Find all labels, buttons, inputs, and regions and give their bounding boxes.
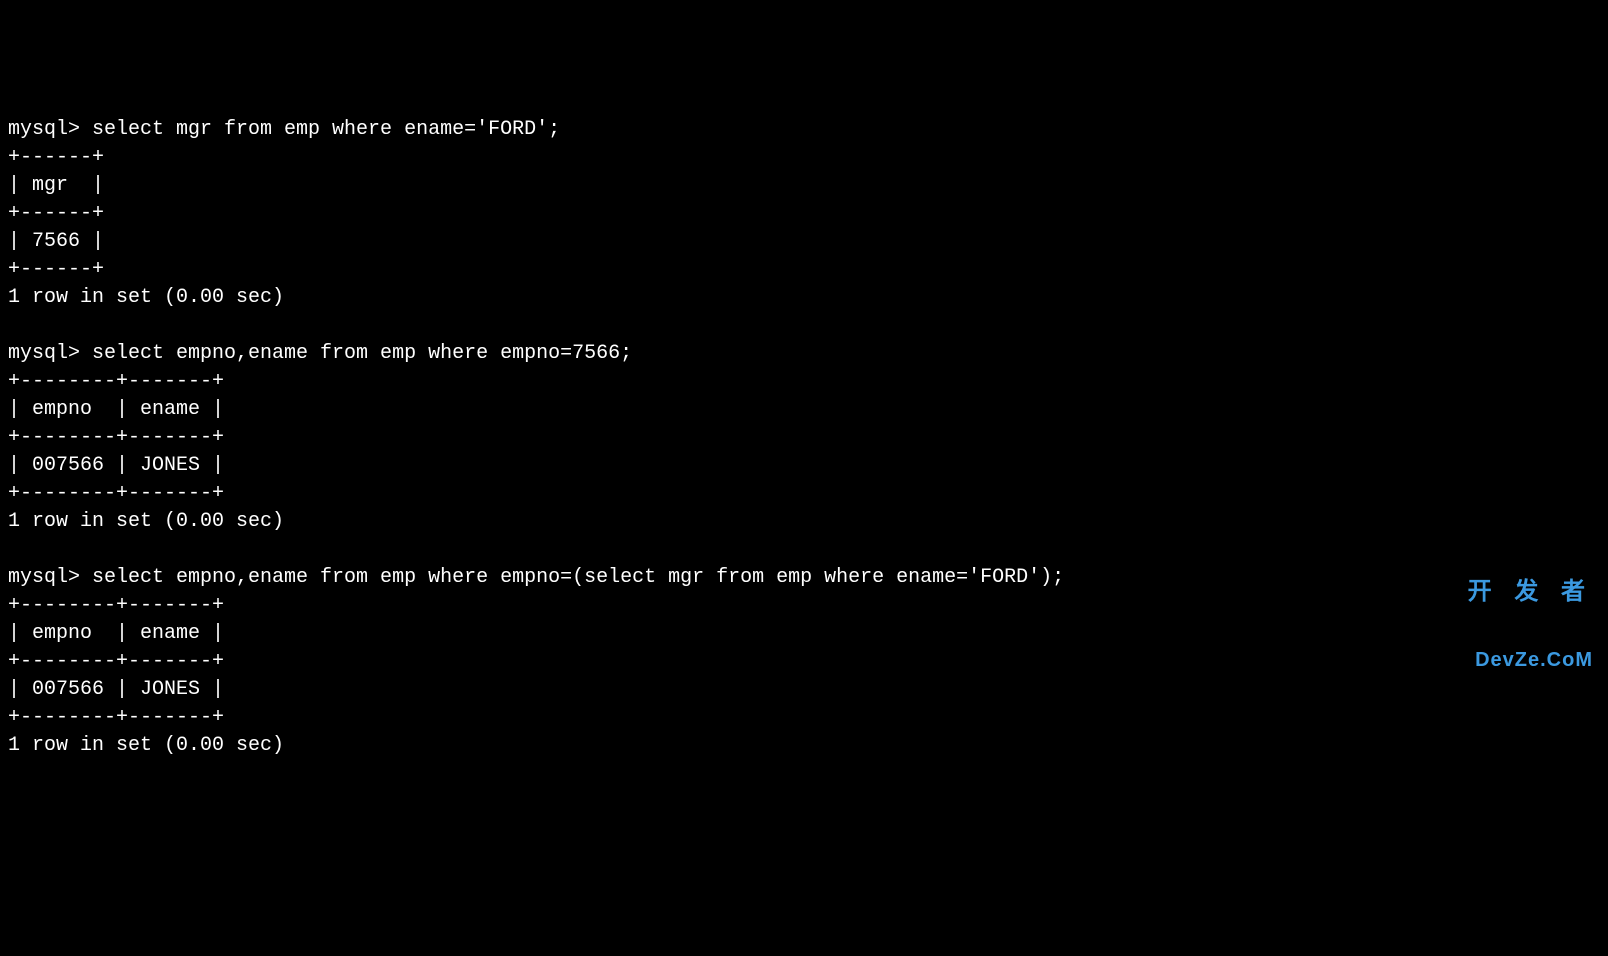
terminal-line: +------+ (8, 200, 1600, 228)
watermark-bottom-text: DevZe.CoM (1468, 649, 1593, 671)
terminal-line: | 007566 | JONES | (8, 452, 1600, 480)
watermark: 开 发 者 DevZe.CoM (1468, 535, 1593, 693)
terminal-line: mysql> select empno,ename from emp where… (8, 564, 1600, 592)
terminal-line: +--------+-------+ (8, 368, 1600, 396)
terminal-line: 1 row in set (0.00 sec) (8, 284, 1600, 312)
terminal-line: +------+ (8, 144, 1600, 172)
terminal-line: +--------+-------+ (8, 592, 1600, 620)
terminal-line: 1 row in set (0.00 sec) (8, 732, 1600, 760)
terminal-line: +--------+-------+ (8, 648, 1600, 676)
terminal-line: | 7566 | (8, 228, 1600, 256)
terminal-line: | 007566 | JONES | (8, 676, 1600, 704)
terminal-line: mysql> select empno,ename from emp where… (8, 340, 1600, 368)
terminal-line: +--------+-------+ (8, 424, 1600, 452)
terminal-line: +--------+-------+ (8, 704, 1600, 732)
terminal-line: | mgr | (8, 172, 1600, 200)
terminal-line: | empno | ename | (8, 620, 1600, 648)
terminal-line: | empno | ename | (8, 396, 1600, 424)
terminal-line (8, 536, 1600, 564)
terminal-line: +------+ (8, 256, 1600, 284)
terminal-line: mysql> select mgr from emp where ename='… (8, 116, 1600, 144)
terminal-line: 1 row in set (0.00 sec) (8, 508, 1600, 536)
watermark-top-text: 开 发 者 (1468, 579, 1593, 605)
terminal-line: +--------+-------+ (8, 480, 1600, 508)
terminal-line (8, 312, 1600, 340)
terminal-output: mysql> select mgr from emp where ename='… (8, 116, 1600, 760)
